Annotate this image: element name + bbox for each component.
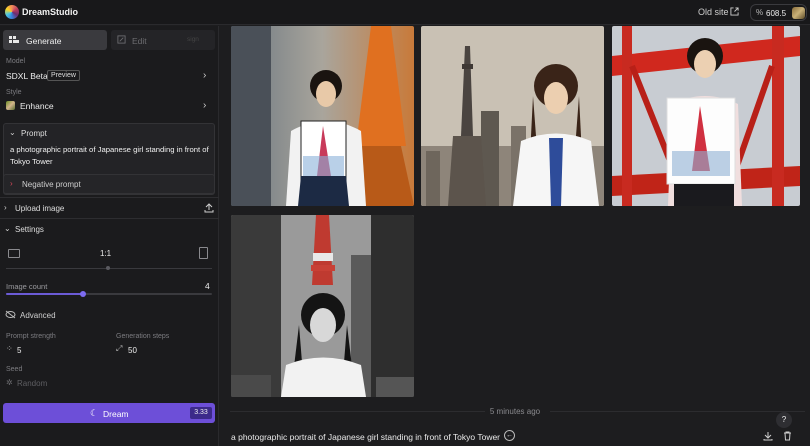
settings-row[interactable]: ⌄ Settings [0, 219, 219, 239]
model-label: Model [6, 58, 26, 65]
results-area: 5 minutes ago a photographic portrait of… [220, 26, 810, 446]
trash-icon[interactable] [783, 431, 792, 441]
edit-icon [117, 35, 126, 44]
generation-prompt-text: a photographic portrait of Japanese girl… [231, 432, 501, 442]
reuse-prompt-icon[interactable]: ← [504, 430, 515, 441]
seed-label: Seed [6, 366, 23, 373]
credits-badge[interactable]: % 608.5 [750, 4, 807, 21]
divider [550, 411, 805, 412]
result-image-4[interactable] [231, 215, 414, 397]
upload-icon[interactable] [204, 203, 214, 213]
style-label: Style [6, 89, 22, 96]
chevron-right-icon: › [10, 179, 13, 188]
tab-edit-label: Edit [132, 36, 147, 46]
model-value[interactable]: SDXL Beta [6, 71, 48, 81]
download-icon[interactable] [763, 431, 773, 441]
chevron-right-icon: › [4, 203, 7, 212]
external-link-icon[interactable] [730, 7, 739, 16]
tab-generate-label: Generate [26, 36, 62, 46]
image-count-value: 4 [205, 281, 210, 291]
chevron-down-icon: ⌄ [4, 224, 11, 233]
style-thumbnail-icon [6, 101, 15, 110]
result-image-3[interactable] [612, 26, 800, 206]
image-count-slider-fill [6, 293, 84, 295]
preview-badge: Preview [47, 70, 80, 81]
style-chevron-right-icon[interactable]: › [203, 100, 206, 111]
top-bar: DreamStudio Old site % 608.5 [0, 0, 810, 25]
result-image-1[interactable] [231, 26, 414, 206]
old-site-link[interactable]: Old site [698, 7, 729, 17]
chevron-down-icon[interactable]: ⌄ [9, 128, 16, 137]
settings-header: Settings [15, 225, 44, 234]
eye-off-icon [5, 310, 16, 319]
upload-image-header: Upload image [15, 204, 65, 213]
dream-cost-badge: 3.33 [190, 407, 212, 419]
prompt-strength-value[interactable]: 5 [17, 346, 21, 355]
dream-button-label: Dream [103, 409, 129, 419]
credits-value: 608.5 [766, 9, 787, 18]
seed-icon: ✲ [6, 378, 13, 387]
image-count-label: Image count [6, 282, 48, 291]
prompt-header: Prompt [21, 129, 47, 138]
grid-dots-icon: ⁘ [6, 344, 13, 353]
style-value[interactable]: Enhance [20, 101, 54, 111]
dream-button[interactable]: ☾ Dream 3.33 [3, 403, 215, 423]
upload-image-row[interactable]: › Upload image [0, 198, 219, 218]
image-count-slider-thumb[interactable] [80, 291, 87, 297]
moon-icon: ☾ [90, 408, 99, 418]
help-button[interactable]: ? [776, 412, 792, 428]
negative-prompt-panel[interactable]: › Negative prompt [3, 174, 215, 194]
generation-steps-value[interactable]: 50 [128, 346, 137, 355]
steps-icon: ⤢ [116, 344, 123, 353]
dreamstudio-logo-icon [5, 5, 19, 19]
prompt-textarea[interactable]: a photographic portrait of Japanese girl… [10, 144, 215, 167]
sidebar: Generate Edit sign Model SDXL Beta Previ… [0, 26, 219, 446]
user-avatar[interactable] [792, 7, 805, 19]
brand-name: DreamStudio [22, 7, 79, 17]
aspect-ratio-value: 1:1 [100, 249, 112, 258]
negative-prompt-header: Negative prompt [22, 180, 81, 189]
tab-edit-badge: sign [187, 36, 199, 43]
prompt-strength-label: Prompt strength [6, 333, 56, 340]
generation-steps-label: Generation steps [116, 333, 170, 340]
landscape-ratio-icon[interactable] [8, 249, 20, 258]
credits-icon: % [756, 8, 764, 17]
portrait-ratio-icon[interactable] [199, 247, 208, 259]
model-chevron-right-icon[interactable]: › [203, 70, 206, 81]
tab-edit[interactable]: Edit sign [111, 30, 215, 50]
seed-input[interactable]: Random [17, 379, 47, 388]
result-image-2[interactable] [421, 26, 604, 206]
generate-icon [9, 36, 19, 43]
tab-generate[interactable]: Generate [3, 30, 107, 50]
aspect-ratio-slider-thumb[interactable] [106, 266, 110, 270]
advanced-toggle[interactable]: Advanced [20, 311, 56, 320]
